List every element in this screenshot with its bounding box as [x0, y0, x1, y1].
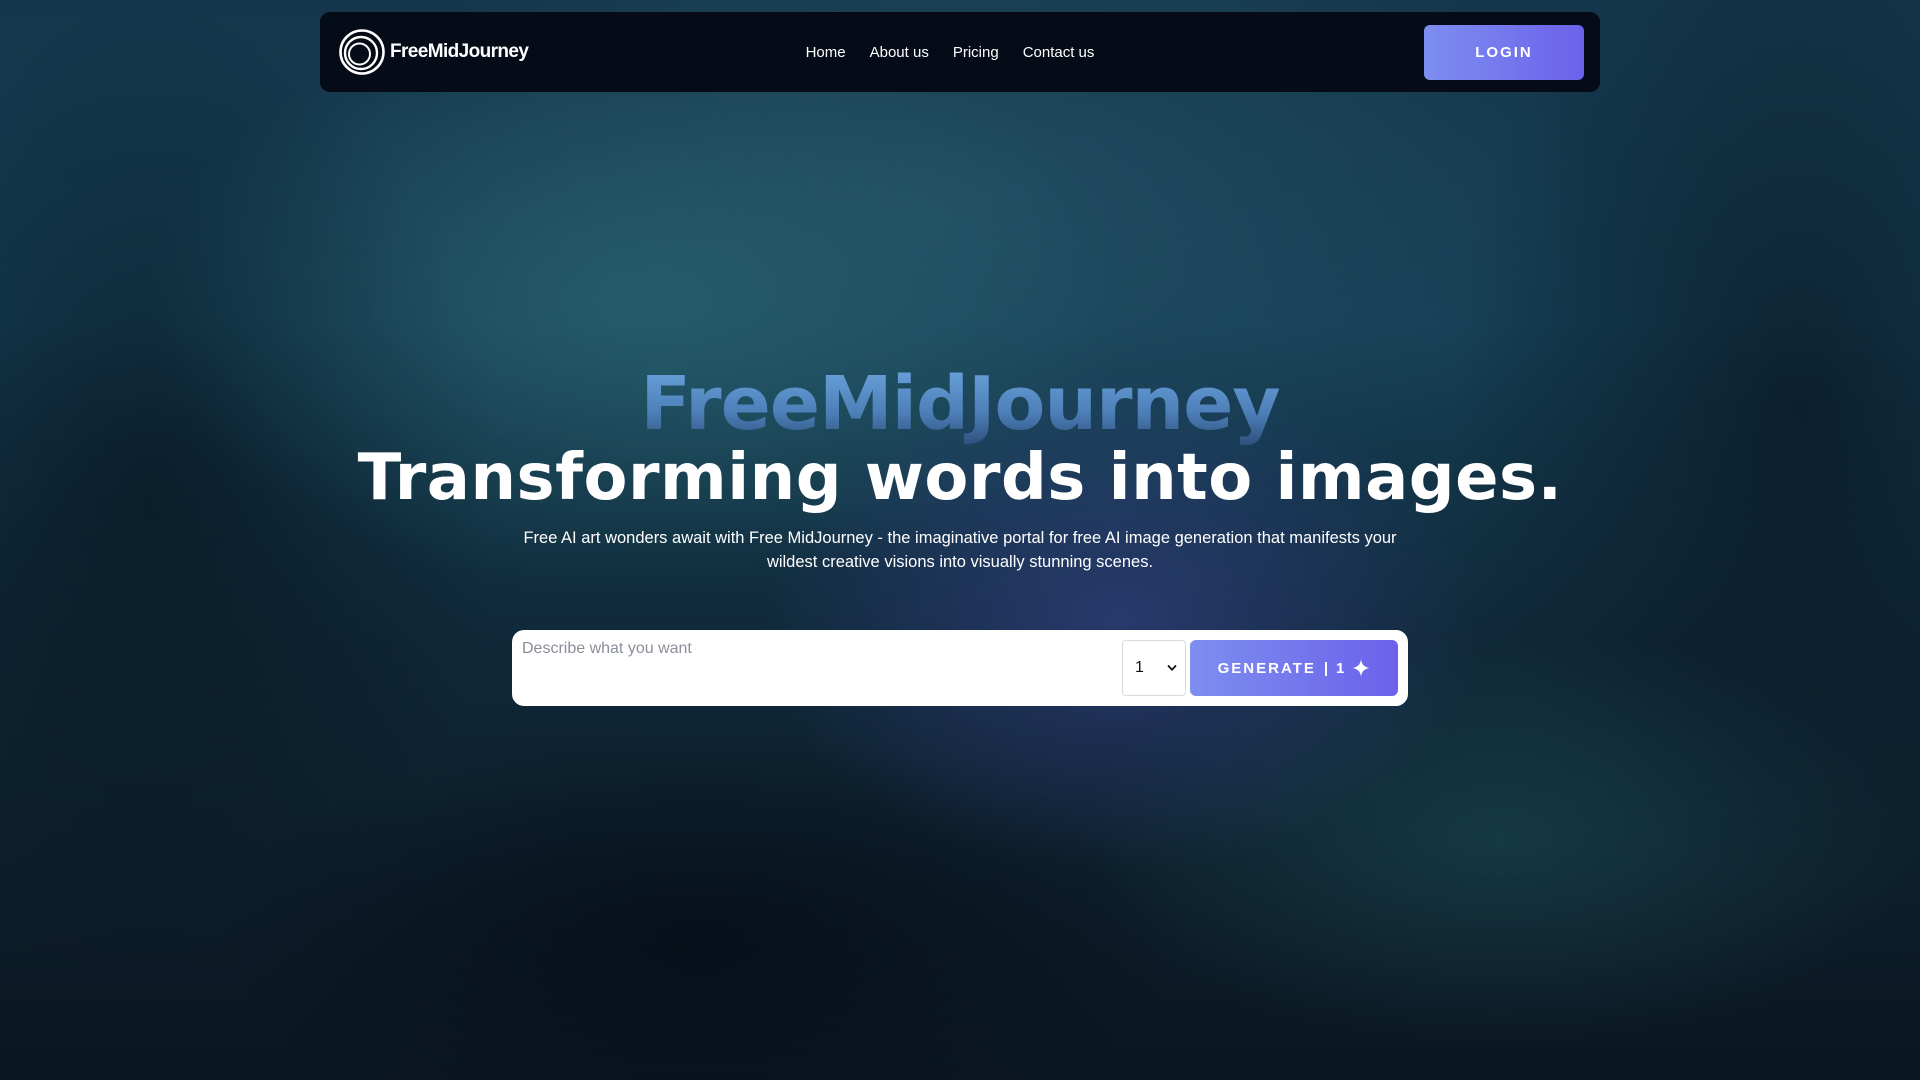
credit-cost: 1 — [1336, 659, 1345, 677]
prompt-input[interactable] — [522, 640, 1112, 696]
hero-title: Transforming words into images. — [357, 441, 1563, 515]
hero-brand-heading: FreeMidJourney — [0, 362, 1920, 446]
generate-label: GENERATE — [1217, 659, 1316, 677]
nav-link-about-us[interactable]: About us — [870, 44, 929, 61]
image-count-value: 1 — [1135, 659, 1144, 676]
nav-link-home[interactable]: Home — [806, 44, 846, 61]
nav-links: Home About us Pricing Contact us — [320, 12, 1600, 92]
hero-description: Free AI art wonders await with Free MidJ… — [523, 529, 1397, 571]
login-button[interactable]: LOGIN — [1424, 25, 1584, 80]
generate-button[interactable]: GENERATE | 1 — [1190, 640, 1398, 696]
image-count-select[interactable]: 1 — [1122, 640, 1186, 696]
chevron-down-icon — [1167, 665, 1177, 671]
navbar: FreeMidJourney Home About us Pricing Con… — [320, 12, 1600, 92]
generate-separator: | — [1323, 659, 1329, 677]
nav-link-pricing[interactable]: Pricing — [953, 44, 999, 61]
prompt-bar: 1 GENERATE | 1 — [512, 630, 1408, 706]
nav-link-contact-us[interactable]: Contact us — [1023, 44, 1095, 61]
sparkle-icon — [1352, 659, 1370, 677]
